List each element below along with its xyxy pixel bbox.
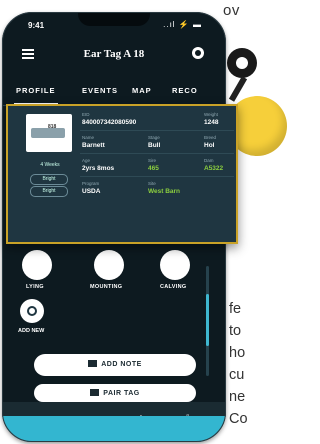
status-icons: ..ıl ⚡ ▬ — [163, 20, 202, 29]
add-new-button[interactable] — [20, 299, 44, 323]
nav-accent-bar — [2, 416, 226, 442]
age-value: 2yrs 8mos — [82, 165, 115, 172]
tab-bar: PROFILE EVENTS MAP RECO — [2, 86, 226, 102]
stage-label: Stage — [148, 135, 160, 140]
tab-profile[interactable]: PROFILE — [16, 86, 56, 95]
tab-events[interactable]: EVENTS — [82, 86, 118, 95]
mounting-button[interactable] — [94, 250, 124, 280]
side-line: to — [229, 323, 242, 339]
tag-icon — [90, 388, 100, 396]
tab-map[interactable]: MAP — [132, 86, 152, 95]
side-line: fe — [229, 301, 242, 317]
calving-button[interactable] — [160, 250, 190, 280]
profile-card[interactable]: 818 4 Weeks Bright Bright EID 8400073420… — [6, 104, 238, 244]
program-value: USDA — [82, 188, 101, 195]
calving-label: CALVING — [160, 284, 187, 290]
row-divider — [80, 153, 234, 154]
eid-value: 840007342080590 — [82, 119, 137, 126]
name-label: Name — [82, 135, 95, 140]
site-label: Site — [148, 181, 156, 186]
status-badge: Bright — [30, 186, 68, 197]
lying-button[interactable] — [22, 250, 52, 280]
eid-label: EID — [82, 112, 90, 117]
breed-label: Breed — [204, 135, 217, 140]
animal-thumbnail: 818 — [26, 114, 72, 152]
age-label: Age — [82, 158, 91, 163]
side-line: ho — [229, 345, 246, 361]
note-icon — [88, 359, 98, 367]
mounting-label: MOUNTING — [90, 284, 123, 290]
pair-tag-button[interactable]: PAIR TAG — [34, 384, 196, 402]
add-note-label: ADD NOTE — [101, 361, 142, 368]
row-divider — [80, 176, 234, 177]
dam-label: Dam — [204, 158, 214, 163]
animal-age-caption: 4 Weeks — [40, 162, 60, 168]
status-bar: 9:41 ..ıl ⚡ ▬ — [2, 12, 226, 38]
scrollbar-thumb[interactable] — [206, 294, 209, 346]
sync-icon[interactable] — [192, 47, 204, 59]
tab-records[interactable]: RECO — [172, 86, 198, 95]
status-time: 9:41 — [28, 21, 45, 30]
program-label: Program — [82, 181, 100, 186]
side-paragraph-fragments: fe to ho cu ne Co — [229, 298, 248, 430]
ear-tag-back-icon — [227, 48, 257, 78]
sire-label: Sire — [148, 158, 157, 163]
pair-tag-label: PAIR TAG — [103, 390, 140, 397]
side-line: cu — [229, 367, 245, 383]
weight-value: 1248 — [204, 119, 219, 126]
side-line: ne — [229, 389, 246, 405]
breed-value: Hol — [204, 142, 215, 149]
name-value: Barnett — [82, 142, 105, 149]
add-new-label: ADD NEW — [18, 328, 45, 334]
stage-value: Bull — [148, 142, 161, 149]
row-divider — [80, 130, 234, 131]
sire-value[interactable]: 465 — [148, 165, 159, 172]
status-badge: Bright — [30, 174, 68, 185]
add-note-button[interactable]: ADD NOTE — [34, 354, 196, 376]
lying-label: LYING — [26, 284, 44, 290]
side-line: Co — [229, 411, 248, 427]
thumbnail-label: 818 — [48, 124, 57, 130]
weight-label: Weight — [204, 112, 218, 117]
dam-value[interactable]: A5322 — [204, 165, 223, 172]
site-value[interactable]: West Barn — [148, 188, 180, 195]
ear-tag-hole — [236, 57, 248, 69]
